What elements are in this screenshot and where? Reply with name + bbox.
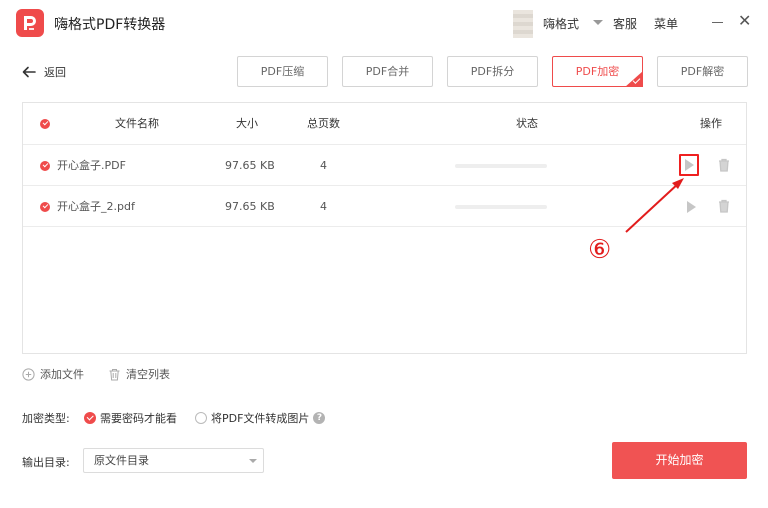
option-require-password[interactable]: 需要密码才能看: [84, 410, 177, 426]
encryption-type-label: 加密类型:: [22, 412, 70, 425]
question-circle-icon[interactable]: ?: [313, 412, 326, 424]
chevron-down-icon: [249, 459, 257, 463]
annotation-step-number: ⑥: [588, 235, 612, 265]
radio-unchecked-icon: [195, 412, 207, 424]
clear-list-label: 清空列表: [126, 368, 170, 381]
annotation-arrow: [625, 178, 684, 233]
option-label: 需要密码才能看: [100, 412, 177, 425]
add-file-label: 添加文件: [40, 368, 84, 381]
add-file-button[interactable]: 添加文件: [22, 366, 84, 382]
clear-list-button[interactable]: 清空列表: [108, 366, 170, 382]
start-encrypt-button[interactable]: 开始加密: [612, 442, 747, 479]
option-label: 将PDF文件转成图片: [211, 412, 310, 425]
output-dir-value: 原文件目录: [94, 454, 149, 467]
output-dir-select[interactable]: 原文件目录: [83, 448, 264, 473]
radio-checked-icon: [84, 412, 96, 424]
option-convert-to-image[interactable]: 将PDF文件转成图片 ?: [195, 410, 326, 426]
plus-circle-icon: [22, 367, 35, 381]
trash-icon: [108, 368, 121, 381]
output-dir-label: 输出目录:: [22, 456, 70, 469]
